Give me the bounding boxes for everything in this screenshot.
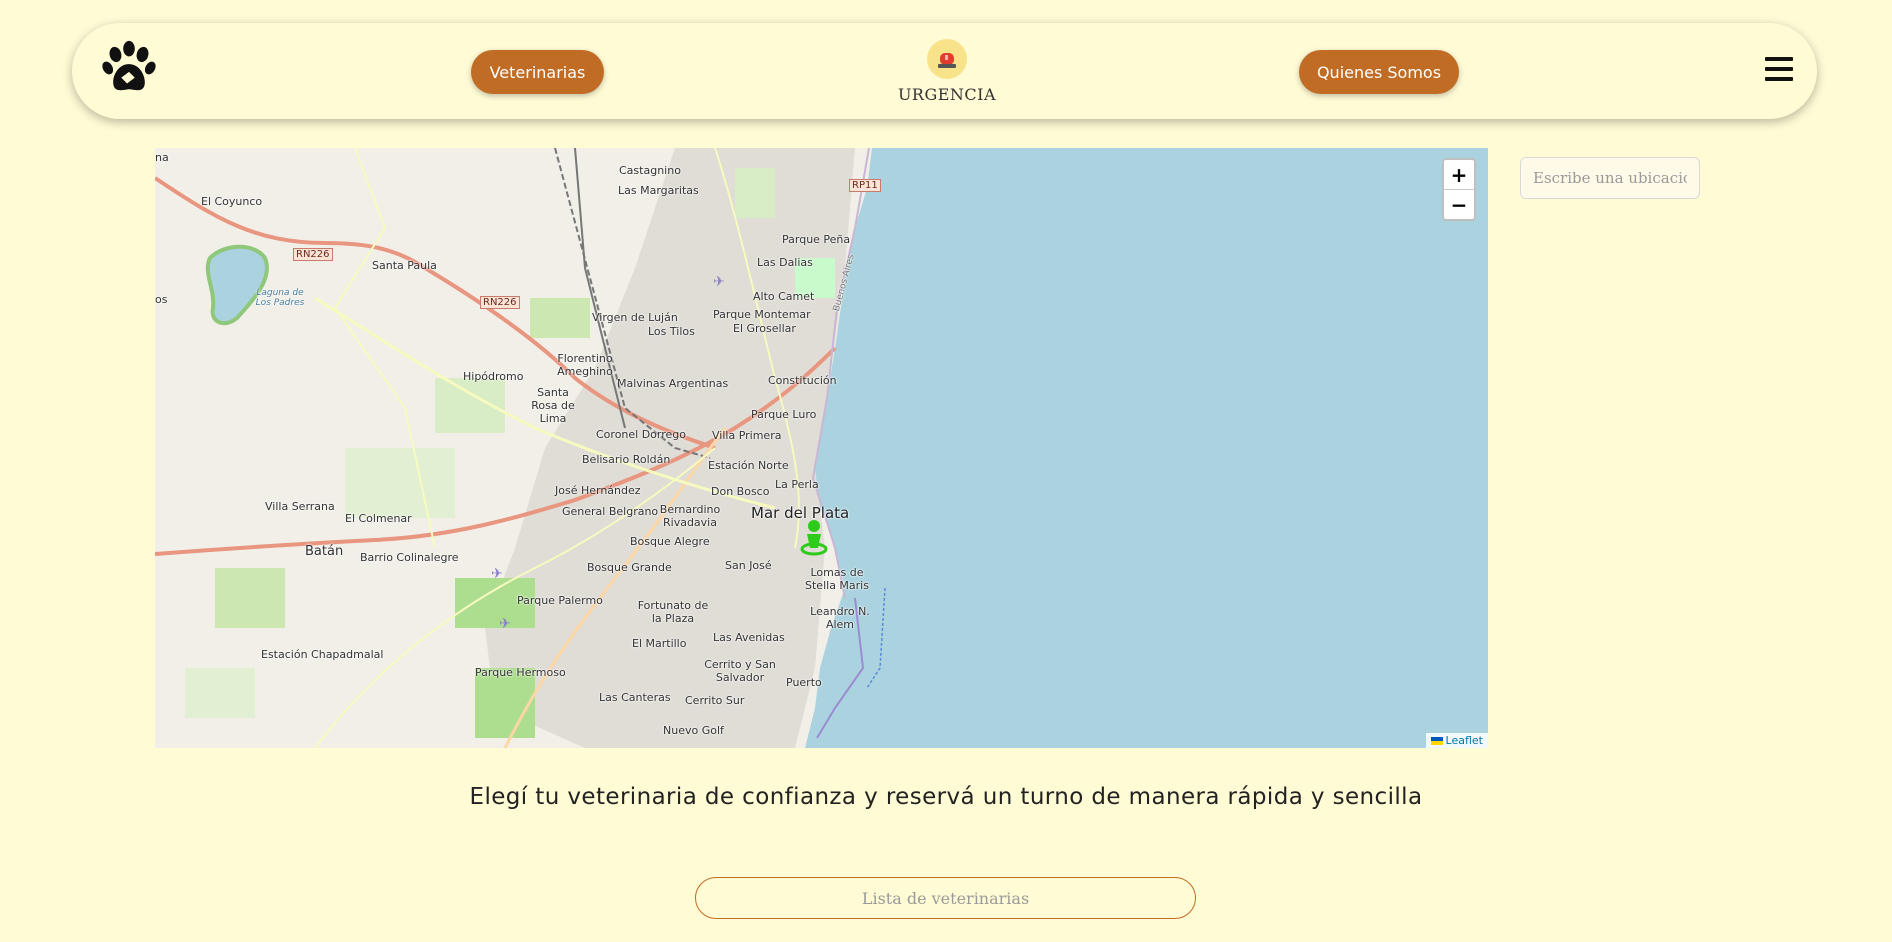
map-label: Fortunato de la Plaza — [637, 599, 709, 625]
map-road-label: RP11 — [849, 179, 881, 192]
location-search-input[interactable] — [1520, 157, 1700, 199]
map-label: Las Canteras — [599, 691, 671, 704]
map-label: Cerrito y San Salvador — [704, 658, 776, 684]
map-label: Parque Peña — [782, 233, 851, 246]
svg-text:✈: ✈ — [499, 616, 511, 632]
map-label: Villa Serrana — [265, 500, 335, 513]
map-road-label: RN226 — [293, 248, 333, 261]
urgency-label: URGENCIA — [897, 85, 997, 104]
ukraine-flag-icon — [1430, 736, 1443, 745]
map-label: Constitución — [768, 374, 837, 387]
map-label: Parque Hermoso — [475, 666, 566, 679]
map-label: Bosque Grande — [587, 561, 672, 574]
map-label: Santa Paula — [372, 259, 437, 272]
siren-icon — [927, 39, 967, 79]
map-road-label: RN226 — [480, 296, 520, 309]
map-label: Cerrito Sur — [685, 694, 745, 707]
map-label: Villa Primera — [712, 429, 782, 442]
map-label: Bernardino Rivadavia — [659, 503, 721, 529]
page-tagline: Elegí tu veterinaria de confianza y rese… — [469, 784, 1423, 810]
map-label: El Grosellar — [733, 322, 796, 335]
top-navbar: Veterinarias URGENCIA Quienes Somos — [72, 23, 1817, 119]
map-label: Lomas de Stella Maris — [805, 566, 869, 592]
map-label: Estación Norte — [708, 459, 789, 472]
svg-text:✈: ✈ — [713, 274, 725, 290]
map-label: La Perla — [775, 478, 819, 491]
map-label: Belisario Roldán — [582, 453, 671, 466]
map-label: Parque Palermo — [517, 594, 603, 607]
map-label: Malvinas Argentinas — [617, 377, 729, 390]
map-label: El Colmenar — [345, 512, 412, 525]
map-label: Hipódromo — [463, 370, 524, 383]
map-label: Parque Luro — [751, 408, 817, 421]
map-label: Las Margaritas — [618, 184, 699, 197]
map-label: Estación Chapadmalal — [261, 648, 384, 661]
hamburger-menu-icon[interactable] — [1765, 57, 1793, 83]
map-label: os — [155, 293, 168, 306]
map-label: Santa Rosa de Lima — [531, 386, 575, 425]
map-label: Nuevo Golf — [663, 724, 724, 737]
map-label: Las Dalias — [757, 256, 813, 269]
map-label: El Coyunco — [201, 195, 263, 208]
map-label: San José — [725, 559, 772, 572]
vet-list-input[interactable] — [695, 877, 1196, 919]
map-label: Las Avenidas — [713, 631, 785, 644]
map-zoom-control: + − — [1442, 158, 1476, 221]
map-lake-label: Laguna de Los Padres — [255, 288, 305, 308]
map-label: Alto Camet — [753, 290, 815, 303]
map-label: Puerto — [786, 676, 822, 689]
map-label: Barrio Colinalegre — [360, 551, 459, 564]
map-label: Bosque Alegre — [630, 535, 710, 548]
map-attribution: Leaflet — [1425, 733, 1488, 748]
map-label: Coronel Dorrego — [596, 428, 687, 441]
quienes-somos-button[interactable]: Quienes Somos — [1299, 50, 1459, 94]
svg-text:✈: ✈ — [491, 566, 503, 582]
map-label: General Belgrano — [562, 505, 659, 518]
veterinarias-button[interactable]: Veterinarias — [471, 50, 604, 94]
zoom-in-button[interactable]: + — [1444, 160, 1474, 189]
map-label: Virgen de Luján — [592, 311, 678, 324]
map-label: El Martillo — [632, 637, 687, 650]
leaflet-link[interactable]: Leaflet — [1446, 734, 1483, 747]
map-label: Parque Montemar — [713, 308, 811, 321]
map-view[interactable]: ✈ ✈ ✈ Castagnino Las Margaritas El Coyun… — [155, 148, 1488, 748]
map-label: José Hernández — [555, 484, 641, 497]
map-label: Castagnino — [619, 164, 681, 177]
urgency-button[interactable]: URGENCIA — [894, 39, 1000, 104]
map-label: na — [155, 151, 169, 164]
paw-logo-icon[interactable] — [100, 39, 158, 97]
map-label: Florentino Ameghino — [557, 352, 613, 378]
map-label: Batán — [305, 544, 344, 559]
map-label: Los Tilos — [648, 325, 695, 338]
map-label: Leandro N. Alem — [810, 605, 870, 631]
zoom-out-button[interactable]: − — [1444, 189, 1474, 219]
map-label: Don Bosco — [711, 485, 770, 498]
map-city-label: Mar del Plata — [751, 504, 850, 522]
